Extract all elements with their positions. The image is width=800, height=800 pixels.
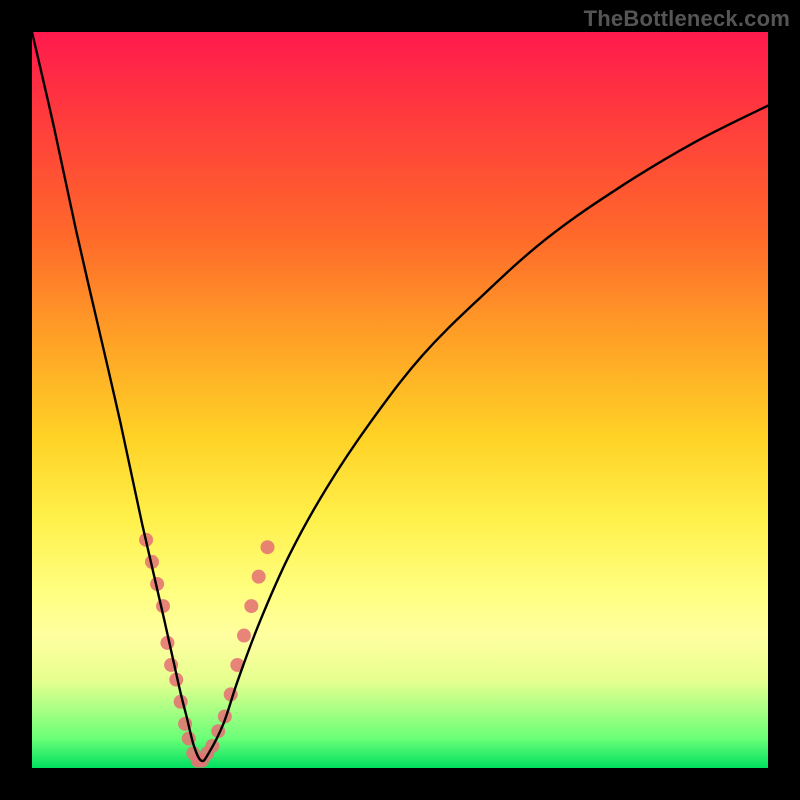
watermark-text: TheBottleneck.com bbox=[584, 6, 790, 32]
scatter-point bbox=[252, 570, 266, 584]
plot-area bbox=[32, 32, 768, 768]
scatter-point bbox=[237, 629, 251, 643]
bottleneck-curve bbox=[32, 32, 768, 761]
chart-container: TheBottleneck.com bbox=[0, 0, 800, 800]
curve-layer bbox=[32, 32, 768, 768]
scatter-point bbox=[261, 540, 275, 554]
scatter-point bbox=[244, 599, 258, 613]
scatter-markers bbox=[139, 533, 274, 768]
